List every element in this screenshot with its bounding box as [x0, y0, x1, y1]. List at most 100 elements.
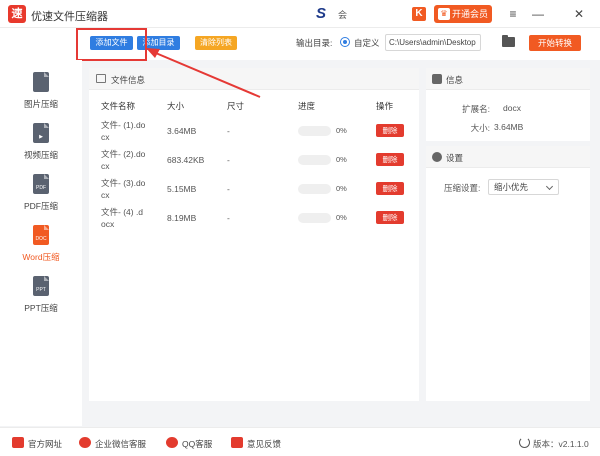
table-row[interactable]: 文件- (3).do cx 5.15MB - 0% 删除: [89, 175, 419, 204]
annotation-highlight-box: [76, 28, 147, 61]
sidebar-item-pdf[interactable]: PDF PDF压缩: [0, 174, 82, 224]
menu-icon[interactable]: ≡: [504, 5, 522, 23]
compress-setting-value: 缩小优先: [494, 182, 529, 192]
progress-percent: 0%: [336, 126, 347, 135]
website-icon: [12, 437, 24, 448]
qq-icon: [166, 437, 178, 448]
custom-radio[interactable]: [340, 37, 350, 47]
file-size: 5.15MB: [167, 184, 197, 194]
info-panel: 信息 扩展名: docx 大小: 3.64MB: [426, 68, 590, 141]
table-row[interactable]: 文件- (1).do cx 3.64MB - 0% 删除: [89, 117, 419, 146]
output-path-input[interactable]: C:\Users\admin\Desktop: [385, 34, 481, 51]
image-file-icon: [33, 72, 49, 92]
table-row[interactable]: 文件- (4) .d ocx 8.19MB - 0% 删除: [89, 204, 419, 233]
file-panel-title: 文件信息: [111, 75, 146, 85]
size-value: 3.64MB: [494, 122, 524, 132]
vip-button[interactable]: ♛ 开通会员: [434, 5, 492, 23]
footer: 官方网址 企业微信客服 QQ客服 意见反馈 版本：v2.1.1.0: [0, 427, 600, 456]
video-file-icon: ▶: [33, 123, 49, 143]
sidebar-item-video[interactable]: ▶ 视频压缩: [0, 123, 82, 173]
file-panel-header: 文件信息: [89, 68, 419, 90]
extension-value: docx: [503, 103, 521, 113]
wechat-icon: [79, 437, 91, 448]
sidebar-item-word[interactable]: DOC Word压缩: [0, 225, 82, 275]
chevron-down-icon: [545, 182, 554, 191]
sidebar: 图片压缩 ▶ 视频压缩 PDF PDF压缩 DOC Word压缩 PPT PPT…: [0, 60, 82, 426]
column-header-size: 大小: [167, 101, 185, 111]
custom-radio-label[interactable]: 自定义: [354, 37, 380, 49]
column-header-action: 操作: [376, 101, 394, 111]
settings-panel-title: 设置: [446, 153, 464, 163]
file-name: 文件- (1).do cx: [101, 120, 146, 142]
sidebar-item-image[interactable]: 图片压缩: [0, 72, 82, 122]
k-logo-icon[interactable]: K: [412, 7, 426, 21]
progress-bar: [298, 126, 331, 136]
sidebar-item-ppt[interactable]: PPT PPT压缩: [0, 276, 82, 326]
file-name: 文件- (3).do cx: [101, 178, 146, 200]
table-row[interactable]: 文件- (2).do cx 683.42KB - 0% 删除: [89, 146, 419, 175]
start-convert-button[interactable]: 开始转换: [529, 35, 581, 51]
sidebar-item-label: PPT压缩: [24, 303, 58, 313]
info-panel-title: 信息: [446, 75, 464, 85]
sidebar-item-label: 图片压缩: [23, 99, 58, 109]
delete-button[interactable]: 删除: [376, 124, 404, 137]
file-dimension: -: [227, 126, 230, 136]
output-dir-label: 输出目录:: [296, 38, 333, 48]
delete-button[interactable]: 删除: [376, 153, 404, 166]
folder-icon[interactable]: [502, 35, 515, 47]
progress-percent: 0%: [336, 155, 347, 164]
settings-panel-header: 设置: [426, 146, 590, 168]
close-icon[interactable]: ✕: [570, 5, 588, 23]
compress-setting-select[interactable]: 缩小优先: [488, 179, 559, 195]
file-name: 文件- (2).do cx: [101, 149, 146, 171]
version-label: 版本：v2.1.1.0: [533, 439, 589, 449]
compress-setting-label: 压缩设置:: [444, 183, 481, 193]
file-dimension: -: [227, 155, 230, 165]
user-s-icon: S: [316, 5, 327, 22]
file-dimension: -: [227, 213, 230, 223]
file-size: 683.42KB: [167, 155, 205, 165]
file-dimension: -: [227, 184, 230, 194]
feedback-label: 意见反馈: [247, 439, 282, 449]
size-label: 大小:: [470, 123, 490, 133]
wechat-support-label: 企业微信客服: [95, 439, 147, 449]
sidebar-item-label: 视频压缩: [23, 150, 58, 160]
crown-icon: ♛: [438, 8, 450, 20]
minimize-icon[interactable]: —: [529, 5, 547, 23]
column-header-progress: 进度: [298, 101, 316, 111]
website-label: 官方网址: [28, 439, 63, 449]
file-info-panel: 文件信息 文件名称 大小 尺寸 进度 操作 文件- (1).do cx 3.64M…: [89, 68, 419, 401]
ppt-file-icon: PPT: [33, 276, 49, 296]
pdf-file-icon: PDF: [33, 174, 49, 194]
progress-percent: 0%: [336, 213, 347, 222]
delete-button[interactable]: 删除: [376, 182, 404, 195]
file-size: 8.19MB: [167, 213, 197, 223]
settings-panel: 设置 压缩设置: 缩小优先: [426, 146, 590, 401]
column-header-name: 文件名称: [101, 101, 136, 111]
info-panel-header: 信息: [426, 68, 590, 90]
refresh-icon[interactable]: [519, 437, 530, 448]
delete-button[interactable]: 删除: [376, 211, 404, 224]
file-size: 3.64MB: [167, 126, 197, 136]
app-title: 优速文件压缩器: [31, 11, 108, 23]
sidebar-item-label: PDF压缩: [23, 201, 58, 211]
vip-label: 开通会员: [452, 9, 489, 19]
progress-percent: 0%: [336, 184, 347, 193]
sidebar-item-label: Word压缩: [22, 252, 60, 262]
feedback-icon: [231, 437, 243, 448]
image-icon: [96, 74, 106, 83]
progress-bar: [298, 213, 331, 223]
column-header-dimension: 尺寸: [227, 101, 245, 111]
title-bar: 速 优速文件压缩器 S 会 K ♛ 开通会员 ≡ — ✕: [0, 0, 600, 28]
user-name: 会: [338, 10, 348, 20]
file-name: 文件- (4) .d ocx: [101, 207, 144, 229]
clear-list-button[interactable]: 清除列表: [195, 36, 237, 50]
gear-icon: [432, 152, 442, 162]
extension-label: 扩展名:: [462, 104, 490, 114]
progress-bar: [298, 184, 331, 194]
qq-support-label: QQ客服: [182, 439, 213, 449]
doc-file-icon: DOC: [33, 225, 49, 245]
info-icon: [432, 74, 442, 84]
app-logo: 速: [8, 5, 26, 23]
progress-bar: [298, 155, 331, 165]
